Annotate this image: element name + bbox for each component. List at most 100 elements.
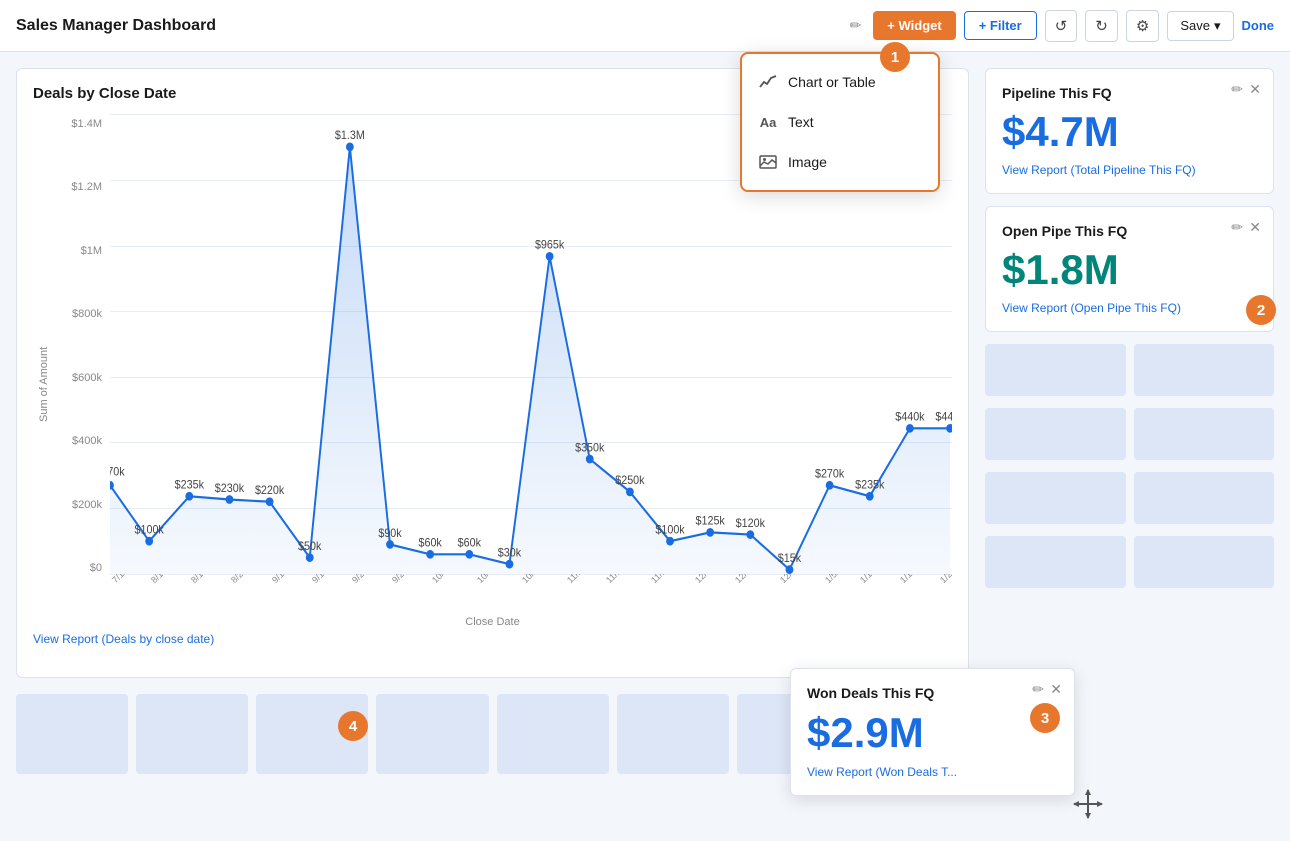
image-option[interactable]: Image	[742, 142, 938, 182]
pipeline-close-icon[interactable]: ✕	[1249, 81, 1261, 98]
won-deals-value: $2.9M	[807, 709, 1058, 757]
value-label: $270k	[110, 466, 125, 479]
won-deals-close-icon[interactable]: ✕	[1050, 681, 1062, 698]
chart-icon	[758, 72, 778, 92]
filter-button[interactable]: + Filter	[964, 11, 1037, 40]
won-deals-view-report[interactable]: View Report (Won Deals T...	[807, 765, 1058, 779]
placeholder-cell	[1134, 536, 1275, 588]
value-label: $60k	[418, 537, 442, 550]
data-point	[586, 455, 594, 464]
placeholder-cell	[985, 344, 1126, 396]
value-label: $30k	[498, 547, 522, 560]
pipeline-title: Pipeline This FQ	[1002, 85, 1257, 101]
placeholder-cell	[376, 694, 488, 774]
value-label: $50k	[298, 540, 322, 553]
data-point	[506, 560, 514, 569]
chart-fill	[110, 147, 950, 574]
data-point	[866, 492, 874, 501]
value-label: $965k	[535, 239, 565, 252]
right-placeholder-row-3	[985, 472, 1274, 524]
value-label: $350k	[575, 442, 605, 455]
undo-button[interactable]: ↺	[1045, 10, 1078, 42]
data-point	[906, 424, 914, 433]
x-axis-title: Close Date	[33, 616, 952, 628]
value-label: $230k	[215, 482, 245, 495]
data-point	[145, 537, 153, 546]
data-point	[666, 537, 674, 546]
value-label: $100k	[655, 524, 685, 537]
dashboard-title: Sales Manager Dashboard	[16, 17, 834, 35]
placeholder-cell	[1134, 408, 1275, 460]
value-label: $440k	[895, 411, 925, 424]
open-pipe-card: Open Pipe This FQ ✏ ✕ $1.8M View Report …	[985, 206, 1274, 332]
open-pipe-view-report[interactable]: View Report (Open Pipe This FQ)	[1002, 301, 1257, 315]
badge-3: 3	[1030, 703, 1060, 733]
widget-button[interactable]: + Widget	[873, 11, 955, 40]
badge-4: 4	[338, 711, 368, 741]
right-placeholder-row-2	[985, 408, 1274, 460]
value-label: $60k	[458, 537, 482, 550]
placeholder-cell	[1134, 472, 1275, 524]
move-cursor-icon	[1072, 788, 1104, 825]
data-point	[266, 497, 274, 506]
open-pipe-value: $1.8M	[1002, 247, 1257, 293]
widget-dropdown: Chart or Table Aa Text Image	[740, 52, 940, 192]
done-button[interactable]: Done	[1242, 18, 1275, 33]
data-point	[346, 142, 354, 151]
placeholder-cell	[136, 694, 248, 774]
open-pipe-title: Open Pipe This FQ	[1002, 223, 1257, 239]
chart-table-label: Chart or Table	[788, 74, 876, 90]
value-label: $235k	[175, 479, 205, 492]
chart-table-option[interactable]: Chart or Table	[742, 62, 938, 102]
value-label: $440k	[935, 411, 952, 424]
right-placeholder-row-1	[985, 344, 1274, 396]
value-label: $90k	[378, 527, 402, 540]
pipeline-edit-icon[interactable]: ✏	[1231, 81, 1243, 98]
placeholder-cell	[985, 536, 1126, 588]
image-label: Image	[788, 154, 827, 170]
won-deals-card: Won Deals This FQ ✏ ✕ $2.9M View Report …	[790, 668, 1075, 796]
value-label: $125k	[696, 515, 726, 528]
pipeline-value: $4.7M	[1002, 109, 1257, 155]
value-label: $220k	[255, 485, 285, 498]
header-actions: + Widget + Filter ↺ ↻ ⚙ Save ▾ Done	[873, 10, 1274, 42]
redo-button[interactable]: ↻	[1085, 10, 1118, 42]
won-deals-edit-icon[interactable]: ✏	[1032, 681, 1044, 698]
data-point	[185, 492, 193, 501]
x-axis: 7/11/2023 8/10/2023 8/18/2023 8/25/2023 …	[110, 574, 952, 614]
placeholder-cell	[497, 694, 609, 774]
badge-2: 2	[1246, 295, 1276, 325]
badge-1: 1	[880, 42, 910, 72]
data-point	[626, 487, 634, 496]
data-point	[746, 530, 754, 539]
pipeline-view-report[interactable]: View Report (Total Pipeline This FQ)	[1002, 163, 1257, 177]
settings-button[interactable]: ⚙	[1126, 10, 1159, 42]
y-axis: $1.4M $1.2M $1M $800k $600k $400k $200k …	[55, 114, 110, 614]
edit-icon[interactable]: ✏	[850, 17, 862, 34]
text-option[interactable]: Aa Text	[742, 102, 938, 142]
data-point	[306, 553, 314, 562]
placeholder-cell	[985, 472, 1126, 524]
placeholder-cell	[617, 694, 729, 774]
placeholder-cell	[985, 408, 1126, 460]
open-pipe-edit-icon[interactable]: ✏	[1231, 219, 1243, 236]
header: Sales Manager Dashboard ✏ + Widget + Fil…	[0, 0, 1290, 52]
y-axis-label: Sum of Amount	[38, 346, 50, 421]
data-point	[465, 550, 473, 559]
placeholder-cell	[1134, 344, 1275, 396]
data-point	[386, 540, 394, 549]
value-label: $120k	[736, 517, 766, 530]
open-pipe-close-icon[interactable]: ✕	[1249, 219, 1261, 236]
main-content: Deals by Close Date Sum of Amount $1.4M …	[0, 52, 1290, 841]
data-point	[786, 565, 794, 574]
value-label: $270k	[815, 468, 845, 481]
value-label: $15k	[778, 552, 802, 565]
value-label: $235k	[855, 479, 885, 492]
save-button[interactable]: Save ▾	[1167, 11, 1233, 41]
text-icon: Aa	[758, 112, 778, 132]
data-point	[426, 550, 434, 559]
data-point	[706, 528, 714, 537]
chart-view-report[interactable]: View Report (Deals by close date)	[33, 632, 952, 646]
value-label: $250k	[615, 475, 645, 488]
placeholder-cell	[16, 694, 128, 774]
